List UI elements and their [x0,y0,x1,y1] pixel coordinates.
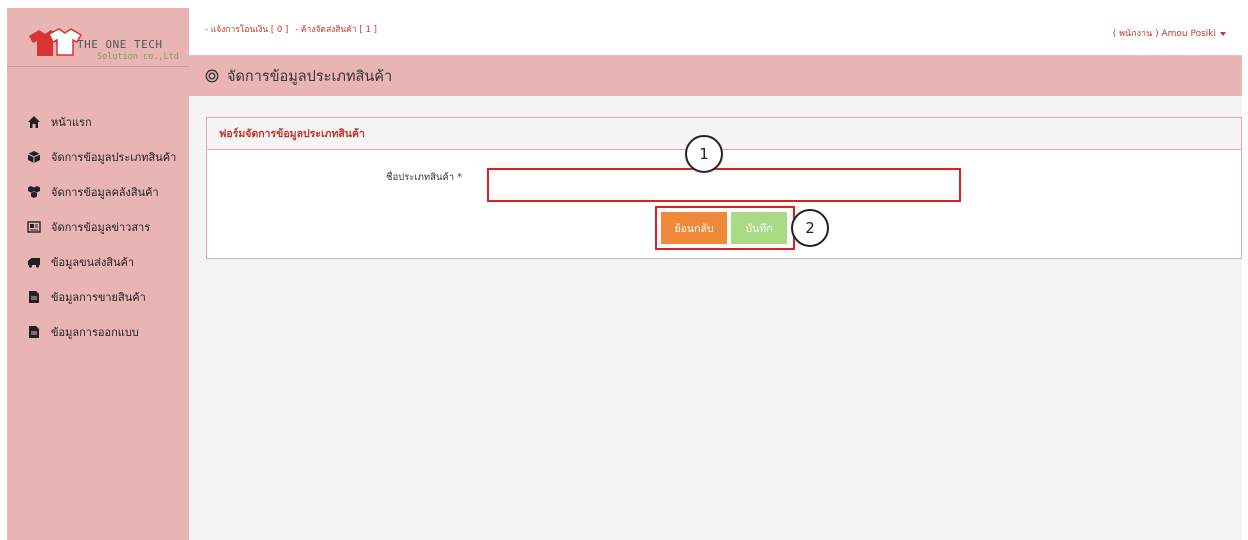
caret-down-icon [1220,31,1226,36]
transfer-notice-link[interactable]: - แจ้งการโอนเงิน [ 0 ] [205,25,288,35]
notifications: - แจ้งการโอนเงิน [ 0 ] - ค้างจัดส่งสินค้… [205,22,381,36]
sidebar-item-label: ข้อมูลการขายสินค้า [51,290,146,304]
product-type-name-input[interactable] [487,168,961,202]
logo-title: THE ONE TECH [77,38,163,51]
tshirt-logo-icon [29,28,83,56]
sidebar-item-design[interactable]: ข้อมูลการออกแบบ [7,314,189,349]
circle-icon [205,69,219,83]
sidebar-item-warehouse[interactable]: จัดการข้อมูลคลังสินค้า [7,174,189,209]
cubes-icon [27,185,41,199]
sidebar-item-home[interactable]: หน้าแรก [7,104,189,139]
product-type-name-label: ชื่อประเภทสินค้า * [386,172,462,183]
newspaper-icon [27,220,41,234]
sidebar-item-label: ข้อมูลการออกแบบ [51,325,139,339]
callout-marker-1: 1 [685,135,723,173]
logo-subtitle: Solution co.,Ltd [97,52,179,62]
panel-header: ฟอร์มจัดการข้อมูลประเภทสินค้า [207,118,1241,150]
home-icon [27,115,41,129]
file-icon [27,325,41,339]
truck-icon [27,255,41,269]
topbar: - แจ้งการโอนเงิน [ 0 ] - ค้างจัดส่งสินค้… [189,8,1242,56]
user-name: ( พนักงาน ) Amou Posiki [1112,29,1216,39]
sidebar-item-product-types[interactable]: จัดการข้อมูลประเภทสินค้า [7,139,189,174]
save-button[interactable]: บันทึก [731,212,787,244]
sidebar-menu: หน้าแรก จัดการข้อมูลประเภทสินค้า จัดการข… [7,104,189,349]
file-icon [27,290,41,304]
panel-title: ฟอร์มจัดการข้อมูลประเภทสินค้า [219,128,365,140]
sidebar: THE ONE TECH Solution co.,Ltd หน้าแรก จั… [7,8,189,540]
callout-marker-2: 2 [791,209,829,247]
logo[interactable]: THE ONE TECH Solution co.,Ltd [27,28,187,68]
pending-shipping-link[interactable]: - ค้างจัดส่งสินค้า [ 1 ] [295,25,377,35]
page-title: จัดการข้อมูลประเภทสินค้า [227,68,393,85]
sidebar-item-sales[interactable]: ข้อมูลการขายสินค้า [7,279,189,314]
user-menu[interactable]: ( พนักงาน ) Amou Posiki [1113,26,1226,40]
cube-icon [27,150,41,164]
sidebar-item-shipping[interactable]: ข้อมูลขนส่งสินค้า [7,244,189,279]
back-button[interactable]: ย้อนกลับ [661,212,727,244]
sidebar-item-label: จัดการข้อมูลข่าวสาร [51,220,151,234]
sidebar-item-news[interactable]: จัดการข้อมูลข่าวสาร [7,209,189,244]
page-header: จัดการข้อมูลประเภทสินค้า [189,56,1242,96]
sidebar-item-label: จัดการข้อมูลคลังสินค้า [51,185,159,199]
sidebar-item-label: หน้าแรก [51,115,92,129]
sidebar-divider [7,66,189,67]
sidebar-item-label: ข้อมูลขนส่งสินค้า [51,255,135,269]
sidebar-item-label: จัดการข้อมูลประเภทสินค้า [51,150,177,164]
